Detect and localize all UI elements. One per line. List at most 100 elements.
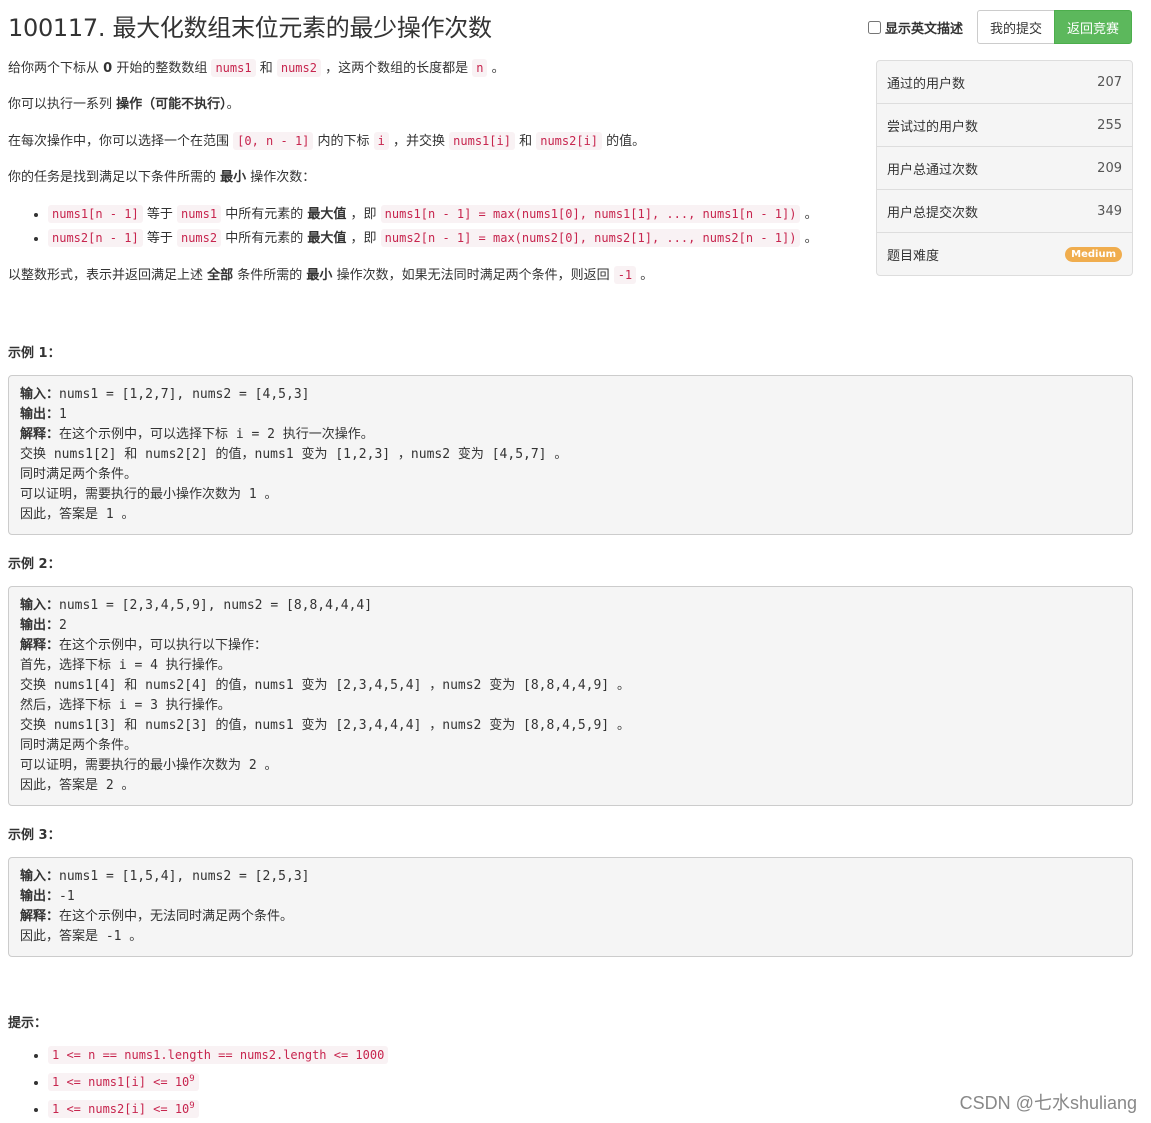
stat-label: 用户总通过次数: [887, 162, 979, 178]
hint-text: 1 <= nums2[i] <= 10: [52, 1102, 190, 1116]
text: 。: [226, 97, 240, 112]
stat-label: 用户总提交次数: [887, 205, 979, 221]
stat-label: 尝试过的用户数: [887, 119, 979, 135]
input-label: 输入：: [20, 869, 60, 884]
inline-code: nums2: [176, 229, 222, 247]
back-to-contest-button[interactable]: 返回竞赛: [1053, 10, 1132, 44]
list-item: 1 <= nums1[i] <= 109: [48, 1069, 388, 1093]
example-output-line: 输出：-1: [20, 887, 1121, 907]
bold-text: 0: [103, 61, 113, 76]
desc-paragraph-1: 给你两个下标从 0 开始的整数数组 nums1 和 nums2 ，这两个数组的长…: [8, 58, 868, 79]
desc-paragraph-4: 你的任务是找到满足以下条件所需的 最小 操作次数：: [8, 168, 868, 188]
example-line: 首先，选择下标 i = 4 执行操作。: [20, 658, 231, 673]
output-label: 输出：: [20, 407, 60, 422]
stat-total-accepted: 用户总通过次数 209: [877, 147, 1132, 190]
example-2-label: 示例 2：: [8, 557, 61, 572]
text: 条件所需的: [233, 268, 307, 283]
example-output-line: 输出：2: [20, 616, 1121, 636]
stats-panel: 通过的用户数 207 尝试过的用户数 255 用户总通过次数 209 用户总提交…: [876, 60, 1133, 276]
stat-label: 通过的用户数: [887, 76, 966, 92]
my-submissions-button[interactable]: 我的提交: [976, 10, 1055, 44]
example-explain-line: 解释：在这个示例中，可以执行以下操作：: [20, 636, 1121, 656]
text: 开始的整数数组: [112, 61, 212, 76]
output-value: 1: [59, 407, 67, 422]
text: 等于: [142, 207, 177, 222]
text: 。: [800, 231, 818, 246]
inline-code: i: [373, 132, 389, 150]
input-label: 输入：: [20, 387, 60, 402]
inline-code: nums2: [276, 59, 321, 77]
condition-list: nums1[n - 1] 等于 nums1 中所有元素的 最大值 ，即 nums…: [8, 204, 868, 249]
stat-difficulty: 题目难度 Medium: [877, 233, 1132, 275]
stat-value: 207: [1097, 74, 1122, 90]
inline-code: nums2[n - 1]: [48, 229, 143, 247]
problem-toolbar: 显示英文描述 我的提交 返回竞赛: [867, 10, 1132, 44]
text: 中所有元素的: [221, 207, 308, 222]
text: 中所有元素的: [221, 231, 308, 246]
desc-paragraph-3: 在每次操作中，你可以选择一个在范围 [0, n - 1] 内的下标 i ，并交换…: [8, 131, 868, 152]
output-label: 输出：: [20, 889, 60, 904]
bold-text: 最小: [306, 268, 333, 283]
example-line: 交换 nums1[2] 和 nums2[2] 的值，nums1 变为 [1,2,…: [20, 447, 568, 462]
input-value: nums1 = [1,2,7], nums2 = [4,5,3]: [59, 387, 310, 402]
inline-code: nums1: [176, 205, 222, 223]
desc-paragraph-2: 你可以执行一系列 操作（可能不执行）。: [8, 95, 868, 115]
show-english-toggle[interactable]: 显示英文描述: [867, 18, 963, 37]
output-value: -1: [59, 889, 75, 904]
example-line: 可以证明，需要执行的最小操作次数为 1 。: [20, 487, 278, 502]
example-explain-line: 解释：在这个示例中，无法同时满足两个条件。: [20, 907, 1121, 927]
inline-code: nums1[n - 1]: [48, 205, 143, 223]
bold-text: 全部: [207, 268, 234, 283]
stat-value: 255: [1097, 117, 1122, 133]
example-line: 同时满足两个条件。: [20, 738, 138, 753]
problem-description: 给你两个下标从 0 开始的整数数组 nums1 和 nums2 ，这两个数组的长…: [8, 58, 868, 302]
hint-text: 1 <= nums1[i] <= 10: [52, 1075, 190, 1089]
bold-text: 最大值: [307, 231, 347, 246]
stat-attempted-users: 尝试过的用户数 255: [877, 104, 1132, 147]
output-label: 输出：: [20, 618, 60, 633]
example-line: 可以证明，需要执行的最小操作次数为 2 。: [20, 758, 278, 773]
text: 等于: [142, 231, 177, 246]
page-title: 100117. 最大化数组末位元素的最少操作次数: [8, 14, 492, 42]
example-line: 同时满足两个条件。: [20, 467, 138, 482]
watermark: CSDN @七水shuliang: [959, 1093, 1137, 1113]
example-explain-line: 解释：在这个示例中，可以选择下标 i = 2 执行一次操作。: [20, 425, 1121, 445]
input-value: nums1 = [1,5,4], nums2 = [2,5,3]: [59, 869, 310, 884]
inline-code: nums1[i]: [449, 132, 515, 150]
inline-code: n: [472, 59, 488, 77]
show-english-checkbox[interactable]: [867, 20, 881, 34]
list-item: 1 <= n == nums1.length == nums2.length <…: [48, 1042, 389, 1066]
inline-code: nums2[i]: [536, 132, 603, 150]
inline-code: [0, n - 1]: [233, 132, 314, 150]
example-line: 因此，答案是 -1 。: [20, 929, 143, 944]
text: 你的任务是找到满足以下条件所需的: [8, 170, 221, 185]
text: ，并交换: [388, 134, 450, 149]
stat-accepted-users: 通过的用户数 207: [877, 61, 1132, 104]
example-input-line: 输入：nums1 = [1,5,4], nums2 = [2,5,3]: [20, 867, 1121, 887]
text: 。: [636, 268, 654, 283]
text: 在每次操作中，你可以选择一个在范围: [8, 134, 234, 149]
example-3-label: 示例 3：: [8, 828, 61, 843]
text: 和: [514, 134, 537, 149]
text: 。: [487, 61, 505, 76]
example-line: 交换 nums1[3] 和 nums2[3] 的值，nums1 变为 [2,3,…: [20, 718, 630, 733]
hint-exponent: 9: [189, 1074, 195, 1084]
input-value: nums1 = [2,3,4,5,9], nums2 = [8,8,4,4,4]: [59, 598, 373, 613]
text: ，这两个数组的长度都是: [320, 61, 473, 76]
inline-code: -1: [613, 266, 637, 284]
example-line: 然后，选择下标 i = 3 执行操作。: [20, 698, 231, 713]
text: 你可以执行一系列: [8, 97, 117, 112]
hints-list: 1 <= n == nums1.length == nums2.length <…: [8, 1042, 389, 1123]
stat-value: 349: [1097, 203, 1122, 219]
difficulty-badge: Medium: [1065, 246, 1122, 262]
example-3-block: 输入：nums1 = [1,5,4], nums2 = [2,5,3] 输出：-…: [8, 857, 1133, 957]
desc-paragraph-5: 以整数形式，表示并返回满足上述 全部 条件所需的 最小 操作次数，如果无法同时满…: [8, 265, 868, 286]
explain-text: 在这个示例中，可以选择下标 i = 2 执行一次操作。: [59, 427, 374, 442]
explain-label: 解释：: [20, 427, 60, 442]
hint-text: 1 <= n == nums1.length == nums2.length <…: [52, 1048, 385, 1062]
show-english-label: 显示英文描述: [884, 21, 963, 37]
text: 的值。: [602, 134, 646, 149]
list-item: 1 <= nums2[i] <= 109: [48, 1096, 388, 1120]
example-1-block: 输入：nums1 = [1,2,7], nums2 = [4,5,3] 输出：1…: [8, 375, 1133, 535]
input-label: 输入：: [20, 598, 60, 613]
